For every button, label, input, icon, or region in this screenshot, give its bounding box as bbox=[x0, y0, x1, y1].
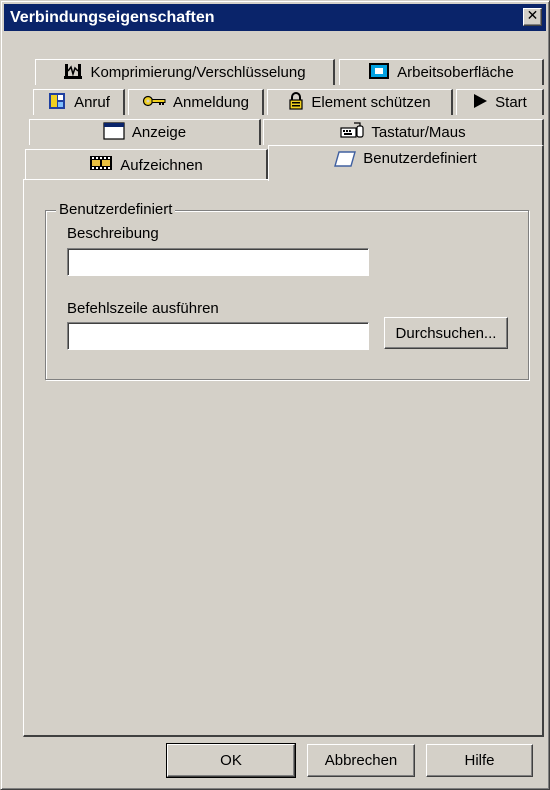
help-button[interactable]: Hilfe bbox=[426, 744, 533, 777]
tab-benutzerdefiniert[interactable]: Benutzerdefiniert bbox=[268, 145, 544, 181]
tab-label: Element schützen bbox=[311, 94, 431, 111]
tab-label: Aufzeichnen bbox=[120, 156, 203, 174]
tab-element-schuetzen[interactable]: Element schützen bbox=[267, 89, 453, 115]
lock-icon bbox=[288, 91, 304, 114]
film-icon bbox=[89, 155, 113, 175]
desktop-icon bbox=[368, 62, 390, 84]
tab-label: Anmeldung bbox=[173, 94, 249, 111]
key-icon bbox=[142, 94, 166, 112]
tab-panel-benutzerdefiniert: Benutzerdefiniert Beschreibung Befehlsze… bbox=[23, 179, 544, 737]
groupbox-title: Benutzerdefiniert bbox=[56, 201, 176, 219]
ok-button[interactable]: OK bbox=[166, 743, 296, 778]
tab-label: Arbeitsoberfläche bbox=[397, 64, 514, 81]
tab-arbeitsoberflaeche[interactable]: Arbeitsoberfläche bbox=[339, 59, 544, 85]
tab-label: Benutzerdefiniert bbox=[363, 150, 477, 167]
window-title: Verbindungseigenschaften bbox=[10, 9, 215, 26]
tab-aufzeichnen[interactable]: Aufzeichnen bbox=[25, 149, 268, 180]
keyboard-mouse-icon bbox=[340, 121, 364, 144]
phone-book-icon bbox=[47, 91, 67, 115]
cancel-button-label: Abbrechen bbox=[324, 752, 398, 769]
description-label: Beschreibung bbox=[67, 225, 159, 242]
ok-button-label: OK bbox=[220, 752, 242, 769]
window-icon bbox=[103, 121, 125, 144]
tab-label: Start bbox=[495, 94, 527, 111]
tab-label: Anruf bbox=[74, 94, 110, 111]
command-input[interactable] bbox=[67, 322, 369, 350]
tab-tastatur-maus[interactable]: Tastatur/Maus bbox=[263, 119, 544, 145]
tab-anzeige[interactable]: Anzeige bbox=[29, 119, 261, 145]
custom-groupbox: Benutzerdefiniert Beschreibung Befehlsze… bbox=[45, 201, 529, 380]
browse-button-label: Durchsuchen... bbox=[395, 324, 497, 342]
close-icon: ✕ bbox=[526, 8, 539, 24]
compression-icon bbox=[63, 61, 83, 85]
description-input[interactable] bbox=[67, 248, 369, 276]
title-bar[interactable]: Verbindungseigenschaften ✕ bbox=[4, 4, 546, 31]
cancel-button[interactable]: Abbrechen bbox=[307, 744, 415, 777]
browse-button[interactable]: Durchsuchen... bbox=[384, 317, 508, 349]
dialog-window: Verbindungseigenschaften ✕ Komprimierung… bbox=[0, 0, 550, 790]
tab-anruf[interactable]: Anruf bbox=[33, 89, 125, 115]
tab-start[interactable]: Start bbox=[456, 89, 544, 115]
tab-label: Tastatur/Maus bbox=[371, 124, 466, 141]
help-button-label: Hilfe bbox=[464, 752, 495, 769]
tab-label: Komprimierung/Verschlüsselung bbox=[90, 64, 306, 81]
tab-label: Anzeige bbox=[131, 124, 187, 141]
tab-komprimierung[interactable]: Komprimierung/Verschlüsselung bbox=[35, 59, 335, 85]
custom-icon bbox=[334, 150, 357, 172]
tab-anmeldung[interactable]: Anmeldung bbox=[128, 89, 264, 115]
close-button[interactable]: ✕ bbox=[523, 8, 542, 26]
command-label: Befehlszeile ausführen bbox=[67, 300, 219, 317]
play-icon bbox=[472, 93, 488, 113]
